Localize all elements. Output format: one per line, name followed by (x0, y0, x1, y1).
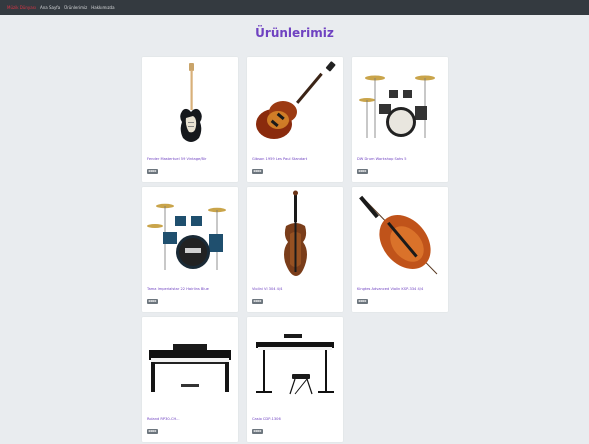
product-card[interactable]: Casio CDP-1306 0000 (247, 317, 343, 442)
product-name[interactable]: Casio CDP-1306 (252, 417, 340, 422)
product-image[interactable] (250, 190, 340, 278)
product-card[interactable]: DW Drum Workshop Sahs 5 0000 (352, 57, 448, 182)
product-image[interactable] (145, 60, 235, 148)
page-title: Ürünlerimiz (255, 26, 334, 40)
price-badge: 0000 (357, 169, 368, 174)
brand-link[interactable]: Müzik Dünyası (7, 5, 36, 10)
price-badge: 0000 (357, 299, 368, 304)
product-image[interactable] (355, 60, 445, 148)
product-image[interactable] (355, 190, 445, 278)
violin-icon (359, 195, 438, 275)
price-badge: 0000 (252, 169, 263, 174)
price-badge: 0000 (147, 429, 158, 434)
top-navbar: Müzik Dünyası Ana Sayfa Ürünlerimiz Hakk… (0, 0, 589, 15)
product-card[interactable]: Gibson 1959 Les Paul Standart 0000 (247, 57, 343, 182)
product-card[interactable]: Fender Mastertuel 59 Vintage/Bir 0000 (142, 57, 238, 182)
product-name[interactable]: Roland RP30-CH... (147, 417, 235, 422)
drum-kit-icon (147, 203, 226, 270)
product-card[interactable]: Violini VI 304 4/4 0000 (247, 187, 343, 312)
nav-link-home[interactable]: Ana Sayfa (40, 5, 60, 10)
price-badge: 0000 (147, 169, 158, 174)
product-name[interactable]: Gibson 1959 Les Paul Standart (252, 157, 340, 162)
price-badge: 0000 (147, 299, 158, 304)
drum-kit-icon (359, 75, 435, 138)
product-name[interactable]: DW Drum Workshop Sahs 5 (357, 157, 445, 162)
product-image[interactable] (250, 320, 340, 408)
product-name[interactable]: Kingtes Advanced Violin KSP-334 4/4 (357, 287, 445, 292)
product-image[interactable] (250, 60, 340, 148)
product-name[interactable]: Tama Imperialstar 22 Hairlins Blue (147, 287, 235, 292)
product-image[interactable] (145, 190, 235, 278)
product-card[interactable]: Kingtes Advanced Violin KSP-334 4/4 0000 (352, 187, 448, 312)
product-image[interactable] (145, 320, 235, 408)
product-name[interactable]: Fender Mastertuel 59 Vintage/Bir (147, 157, 235, 162)
nav-link-about[interactable]: Hakkımızda (91, 5, 114, 10)
electric-guitar-icon (180, 63, 202, 142)
price-badge: 0000 (252, 299, 263, 304)
digital-piano-icon (149, 344, 231, 392)
product-name[interactable]: Violini VI 304 4/4 (252, 287, 340, 292)
product-card[interactable]: Roland RP30-CH... 0000 (142, 317, 238, 442)
les-paul-guitar-icon (256, 61, 336, 139)
product-card[interactable]: Tama Imperialstar 22 Hairlins Blue 0000 (142, 187, 238, 312)
nav-link-products[interactable]: Ürünlerimiz (64, 5, 87, 10)
keyboard-stand-icon (256, 334, 334, 395)
price-badge: 0000 (252, 429, 263, 434)
violin-icon (284, 190, 307, 276)
